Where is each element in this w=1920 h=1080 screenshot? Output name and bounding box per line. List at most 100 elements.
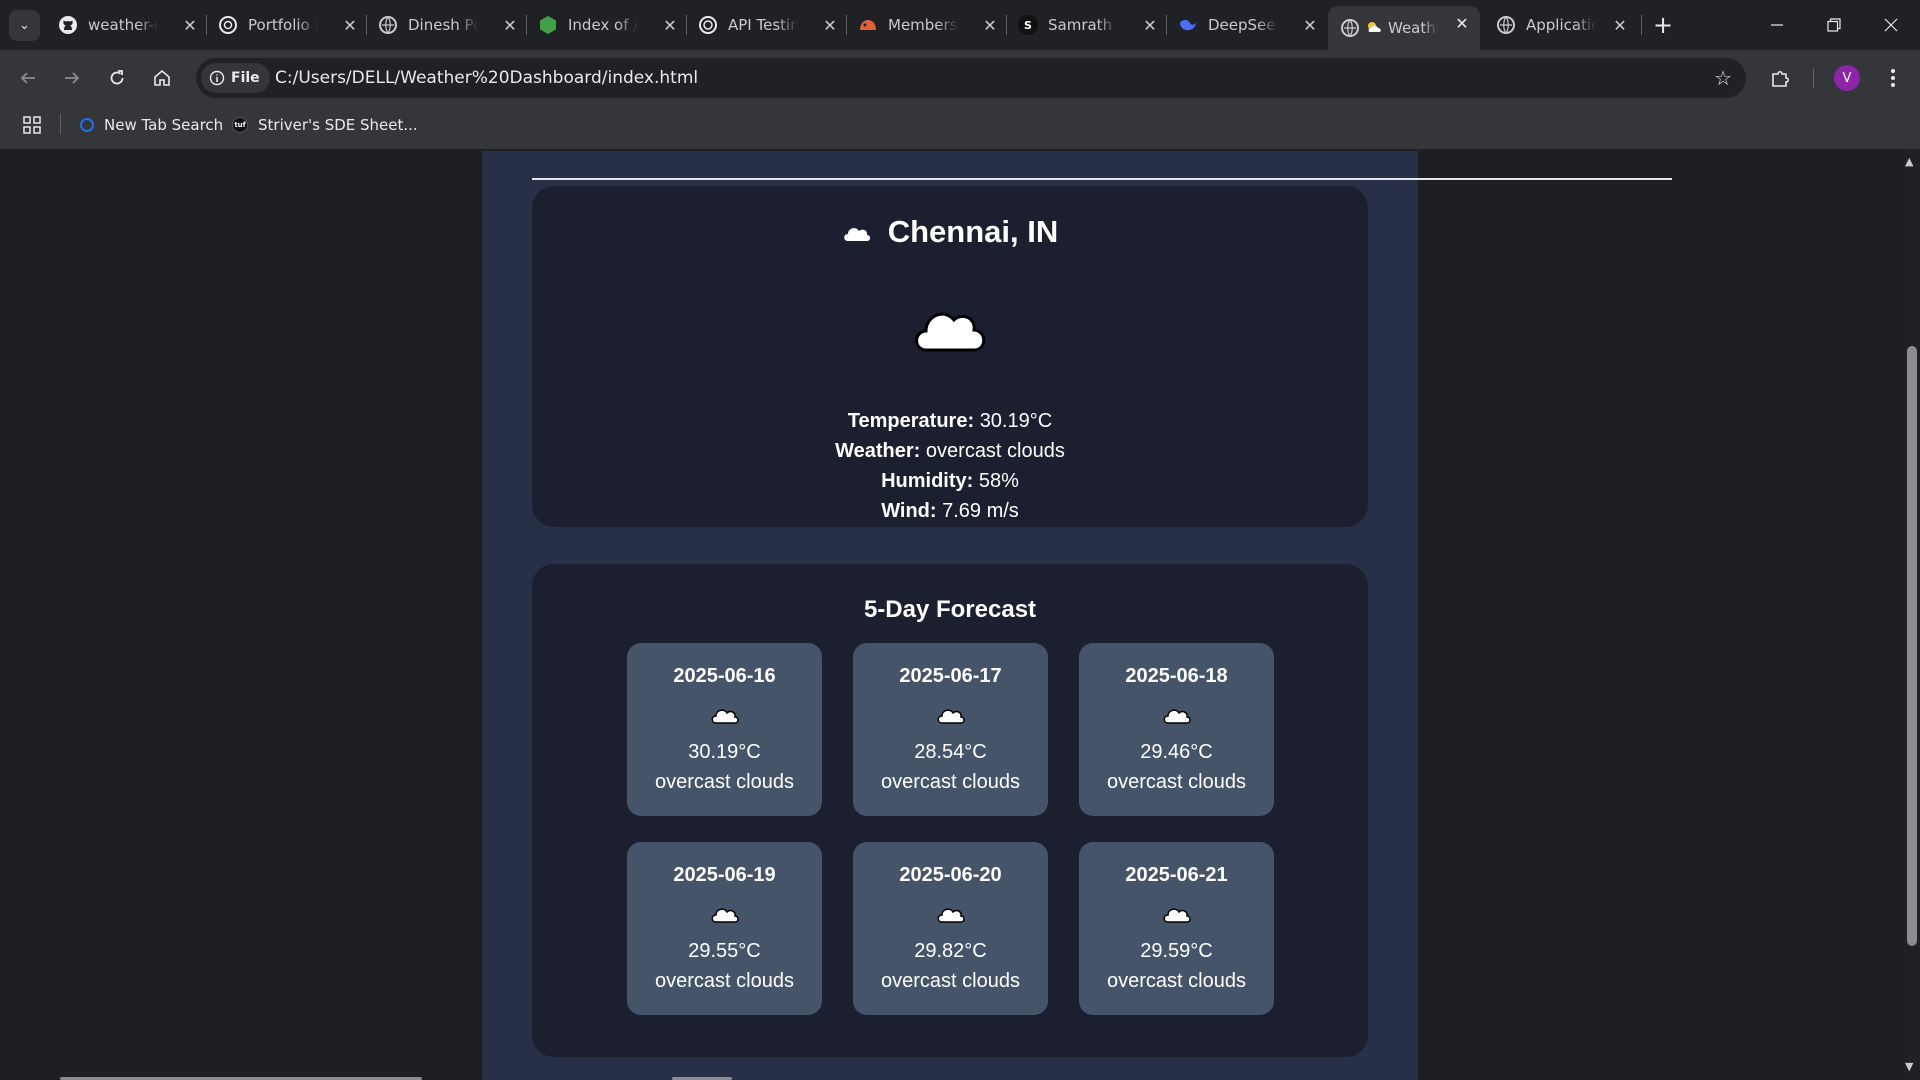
tab-divider <box>1006 15 1007 35</box>
forecast-day-card: 2025-06-20 29.82°C overcast clouds <box>853 842 1048 1015</box>
bookmarks-divider <box>60 114 61 134</box>
weather-icon <box>1366 19 1384 37</box>
forecast-description: overcast clouds <box>655 970 794 992</box>
restore-button[interactable] <box>1814 8 1854 42</box>
github-icon <box>58 15 78 35</box>
close-icon[interactable]: ✕ <box>180 15 200 35</box>
humidity-row: Humidity: 58% <box>532 466 1368 496</box>
tab-divider <box>526 15 527 35</box>
forecast-description: overcast clouds <box>881 771 1020 793</box>
bookmark-label: Striver's SDE Sheet... <box>258 116 418 134</box>
cloud-icon <box>843 228 870 241</box>
close-icon[interactable]: ✕ <box>660 15 680 35</box>
tab-samrath-resume[interactable]: S Samrath Resume ✕ <box>1018 8 1168 42</box>
city-heading: Chennai, IN <box>532 214 1368 250</box>
divider-line <box>532 178 1672 180</box>
tab-weather-dashboard-repo[interactable]: weather-dashboard ✕ <box>58 8 208 42</box>
tab-title: Dinesh Portfolio <box>408 16 478 34</box>
puzzle-icon <box>1772 70 1790 87</box>
home-button[interactable] <box>145 61 179 95</box>
close-icon[interactable]: ✕ <box>1300 15 1320 35</box>
forecast-day-card: 2025-06-17 28.54°C overcast clouds <box>853 643 1048 816</box>
close-icon[interactable]: ✕ <box>500 15 520 35</box>
globe-icon <box>1496 15 1516 35</box>
close-window-button[interactable] <box>1871 8 1911 42</box>
vertical-scrollbar-thumb[interactable] <box>1907 346 1917 946</box>
forecast-day-card: 2025-06-16 30.19°C overcast clouds <box>627 643 822 816</box>
tab-deepseek[interactable]: DeepSeek ✕ <box>1178 8 1328 42</box>
scroll-up-arrow-icon[interactable]: ▲ <box>1905 155 1913 168</box>
chevron-down-icon: ⌄ <box>19 18 30 33</box>
apps-button[interactable] <box>22 115 42 139</box>
scroll-down-arrow-icon[interactable]: ▼ <box>1905 1060 1913 1073</box>
close-icon[interactable]: ✕ <box>1452 13 1472 33</box>
forward-button[interactable] <box>55 61 89 95</box>
close-icon[interactable]: ✕ <box>820 15 840 35</box>
cloud-icon <box>1079 701 1274 729</box>
close-icon[interactable]: ✕ <box>1610 15 1630 35</box>
current-weather-details: Temperature: 30.19°C Weather: overcast c… <box>532 406 1368 526</box>
menu-button[interactable] <box>1877 62 1909 94</box>
globe-icon <box>218 15 238 35</box>
node-icon <box>538 15 558 35</box>
reload-button[interactable] <box>100 61 134 95</box>
tab-application[interactable]: Application ✕ <box>1496 8 1638 42</box>
forecast-date: 2025-06-21 <box>1125 864 1228 886</box>
tab-search-button[interactable]: ⌄ <box>9 10 40 41</box>
site-info-chip[interactable]: File <box>201 63 270 93</box>
info-icon <box>209 70 225 86</box>
weather-value: overcast clouds <box>925 440 1065 462</box>
tab-title: API Testing <box>728 16 798 34</box>
humidity-value: 58% <box>978 470 1019 492</box>
cloud-icon <box>853 701 1048 729</box>
forecast-temp: 29.55°C <box>688 940 761 962</box>
close-icon <box>1884 18 1898 32</box>
forecast-temp: 29.59°C <box>1140 940 1213 962</box>
minimize-button[interactable] <box>1757 8 1797 42</box>
tab-api-testing[interactable]: API Testing ✕ <box>698 8 848 42</box>
forecast-description: overcast clouds <box>1107 771 1246 793</box>
url-text[interactable]: C:/Users/DELL/Weather%20Dashboard/index.… <box>275 68 698 88</box>
extensions-button[interactable] <box>1765 62 1797 94</box>
tab-members[interactable]: Members ✕ <box>858 8 1008 42</box>
forecast-temp: 29.82°C <box>914 940 987 962</box>
new-tab-button[interactable]: + <box>1650 11 1676 39</box>
forecast-grid: 2025-06-16 30.19°C overcast clouds 2025-… <box>627 643 1274 1015</box>
globe-icon <box>378 15 398 35</box>
tab-title: weather-dashboard <box>88 16 158 34</box>
forecast-temp: 30.19°C <box>688 741 761 763</box>
forecast-date: 2025-06-20 <box>899 864 1002 886</box>
tab-divider <box>206 15 207 35</box>
bookmark-new-tab-search[interactable]: New Tab Search <box>80 113 223 137</box>
home-icon <box>154 69 170 86</box>
cloud-icon <box>627 900 822 928</box>
close-icon[interactable]: ✕ <box>340 15 360 35</box>
cloud-icon <box>627 701 822 729</box>
forecast-description: overcast clouds <box>655 771 794 793</box>
back-button[interactable] <box>11 61 45 95</box>
tab-title: DeepSeek <box>1208 16 1278 34</box>
close-icon[interactable]: ✕ <box>980 15 1000 35</box>
tab-portfolio[interactable]: Portfolio Eval ✕ <box>218 8 368 42</box>
bookmark-strivers-sde-sheet[interactable]: tuf Striver's SDE Sheet... <box>232 113 418 137</box>
wind-value: 7.69 m/s <box>942 500 1019 522</box>
profile-avatar[interactable]: V <box>1834 65 1860 91</box>
tab-weather-dashboard[interactable]: Weather Dashboard ✕ <box>1328 6 1480 50</box>
tab-title: Index of /code <box>568 16 638 34</box>
toolbar-divider <box>1813 68 1814 88</box>
plus-icon: + <box>1652 11 1674 39</box>
address-bar[interactable]: File C:/Users/DELL/Weather%20Dashboard/i… <box>196 58 1746 98</box>
search-icon <box>80 118 94 132</box>
tab-title: Members <box>888 16 958 34</box>
globe-icon <box>1340 18 1360 38</box>
cloud-icon <box>853 900 1048 928</box>
forecast-day-card: 2025-06-19 29.55°C overcast clouds <box>627 842 822 1015</box>
tab-index-of-code[interactable]: Index of /code ✕ <box>538 8 688 42</box>
tab-dinesh-portfolio[interactable]: Dinesh Portfolio ✕ <box>378 8 528 42</box>
bookmark-star-icon[interactable]: ☆ <box>1714 66 1732 90</box>
tab-divider <box>1166 15 1167 35</box>
close-icon[interactable]: ✕ <box>1140 15 1160 35</box>
weather-label: Weather: <box>835 440 921 462</box>
city-name: Chennai, IN <box>887 214 1059 249</box>
members-icon <box>858 15 878 35</box>
